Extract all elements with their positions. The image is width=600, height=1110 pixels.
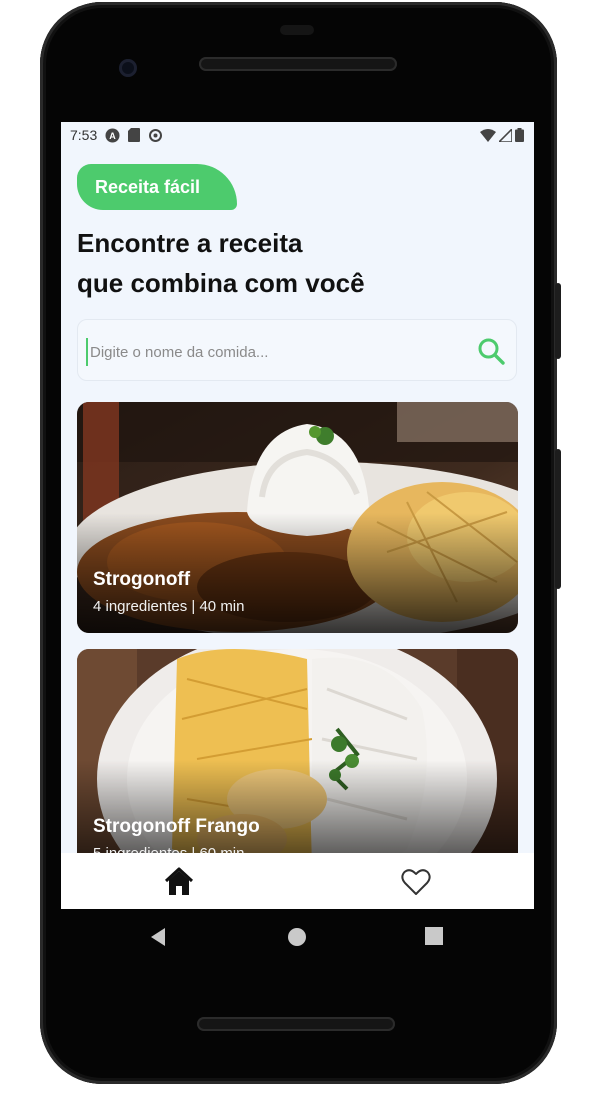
a-notification-icon: A [105,128,120,142]
recipe-card[interactable]: Strogonoff Frango 5 ingredientes | 60 mi… [77,649,518,880]
front-camera [119,59,137,77]
badge-label: Receita fácil [95,176,201,197]
heart-icon[interactable] [399,865,433,899]
bottom-tab-bar [61,853,534,909]
recipe-name: Strogonoff Frango [93,816,260,837]
back-icon[interactable] [149,927,167,947]
sensor [280,25,314,35]
search-input[interactable] [86,338,472,366]
recipe-card[interactable]: Strogonoff 4 ingredientes | 40 min [77,402,518,633]
title-line-2: que combina com você [77,268,365,298]
android-nav-bar [61,909,534,969]
bottom-speaker [197,1017,395,1031]
recipe-name: Strogonoff [93,569,191,590]
title-line-1: Encontre a receita [77,228,303,258]
status-bar: 7:53 A [61,122,534,148]
status-time: 7:53 [70,127,98,143]
recents-icon[interactable] [425,927,443,945]
home-circle-icon[interactable] [287,927,307,947]
sync-icon [149,128,163,142]
svg-text:A: A [110,131,117,141]
home-icon[interactable] [162,865,196,899]
app-badge: Receita fácil [77,164,237,210]
battery-icon [515,128,524,142]
power-button [555,283,561,359]
sd-card-icon [128,128,141,142]
search-icon[interactable] [476,336,506,366]
recipe-meta: 4 ingredientes | 40 min [93,598,245,615]
top-speaker [199,57,397,71]
search-bar [77,319,517,381]
wifi-icon [480,128,496,142]
app-screen: 7:53 A Receita fácil Encontre a receita … [61,122,534,909]
signal-icon [499,128,512,142]
page-title: Encontre a receita que combina com você [77,223,497,303]
volume-button [555,449,561,589]
